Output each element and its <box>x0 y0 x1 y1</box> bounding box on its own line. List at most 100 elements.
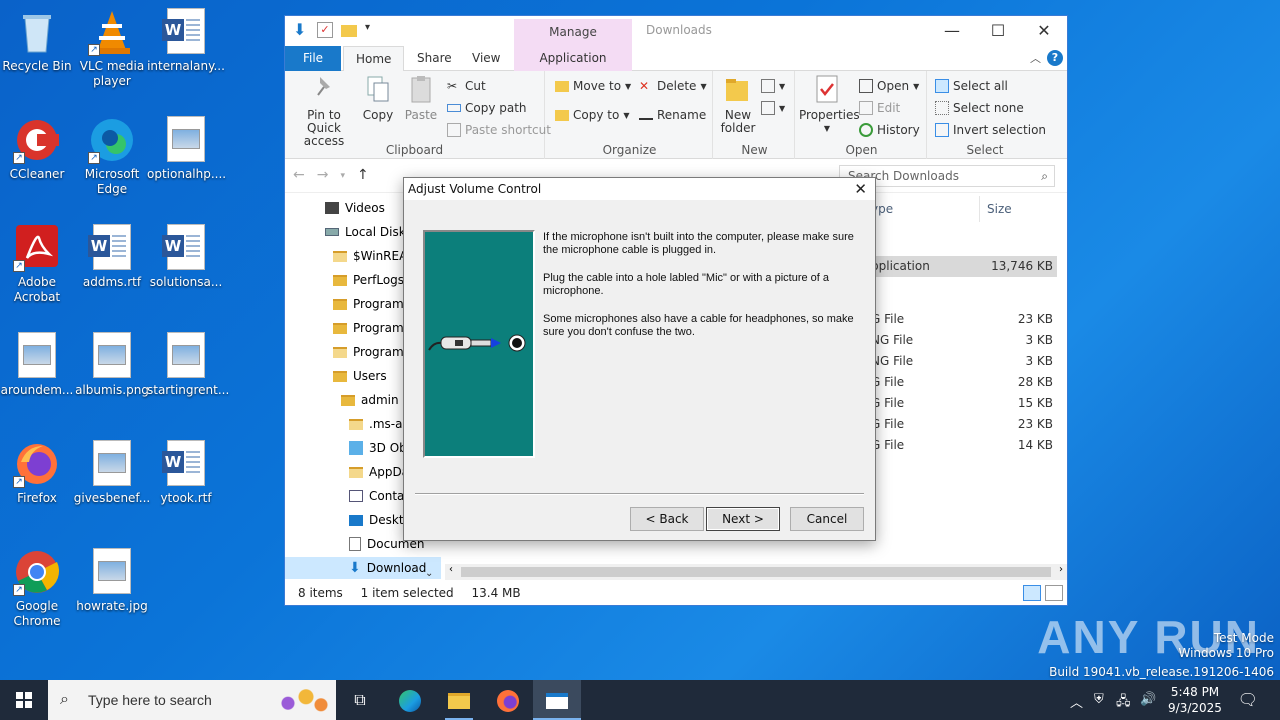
clock[interactable]: 5:48 PM 9/3/2025 <box>1160 684 1230 716</box>
up-arrow-icon[interactable]: ↑ <box>357 167 369 185</box>
nav-item-appdata[interactable]: AppDa <box>349 461 409 483</box>
table-row[interactable]: NG File 3 KB <box>865 330 1057 351</box>
desktop-icon-firefox[interactable]: ↗ Firefox <box>0 440 76 506</box>
close-icon[interactable]: ✕ <box>854 178 867 200</box>
cancel-button[interactable]: Cancel <box>790 507 864 531</box>
minimize-button[interactable]: — <box>929 16 975 46</box>
table-row[interactable]: G File 23 KB <box>865 309 1057 330</box>
notifications-icon[interactable]: 🗨 <box>1238 690 1258 709</box>
customize-qat-chevron-icon[interactable]: ▾ <box>365 22 381 38</box>
nav-item-contacts[interactable]: Contac <box>349 485 411 507</box>
tab-share[interactable]: Share <box>405 46 464 71</box>
column-header-size[interactable]: Size <box>987 202 1012 216</box>
new-folder-qat-icon[interactable] <box>341 25 357 37</box>
copy-to-button[interactable]: Copy to ▼ <box>555 108 629 122</box>
paste-button[interactable]: Paste <box>401 73 441 122</box>
desktop-icon-addms[interactable]: W addms.rtf <box>73 224 151 290</box>
close-button[interactable]: ✕ <box>1021 16 1067 46</box>
desktop-icon-acrobat[interactable]: ↗ Adobe Acrobat <box>0 224 76 305</box>
desktop-icon-givesbenef[interactable]: givesbenef... <box>73 440 151 506</box>
edge-taskbar-icon[interactable] <box>386 680 434 720</box>
desktop-icon-startingrent[interactable]: startingrent... <box>147 332 229 398</box>
scrollbar-thumb[interactable] <box>461 567 1051 577</box>
tab-file[interactable]: File <box>285 46 341 71</box>
maximize-button[interactable]: ☐ <box>975 16 1021 46</box>
start-button[interactable] <box>0 680 48 720</box>
edit-button[interactable]: Edit <box>859 101 900 115</box>
move-to-button[interactable]: Move to ▼ <box>555 79 631 93</box>
tab-manage[interactable]: Manage <box>514 19 632 46</box>
back-arrow-icon[interactable]: ← <box>293 167 305 185</box>
table-row[interactable]: G File 14 KB <box>865 435 1057 456</box>
nav-item-local-disk[interactable]: Local Disk ( <box>325 221 414 243</box>
recent-locations-chevron-icon[interactable]: ▾ <box>340 167 345 185</box>
desktop-icon-internalany[interactable]: W internalany... <box>147 8 225 74</box>
desktop-icon-ccleaner[interactable]: ↗ CCleaner <box>0 116 76 182</box>
desktop-icon-ytook[interactable]: W ytook.rtf <box>147 440 225 506</box>
history-button[interactable]: History <box>859 123 920 137</box>
nav-item-admin[interactable]: admin <box>341 389 399 411</box>
paste-shortcut-button[interactable]: Paste shortcut <box>447 123 551 137</box>
desktop-icon-optionalhp[interactable]: optionalhp.... <box>147 116 226 182</box>
nav-item-downloads[interactable]: ⬇ Download <box>285 557 441 579</box>
volume-icon[interactable]: 🔊 <box>1140 692 1156 707</box>
task-view-icon[interactable]: ⧉ <box>336 680 384 720</box>
easy-access-button[interactable]: ▼ <box>761 101 785 115</box>
delete-button[interactable]: ✕ Delete ▼ <box>639 79 707 93</box>
table-row[interactable]: G File 23 KB <box>865 414 1057 435</box>
new-folder-button[interactable]: New folder <box>719 73 757 135</box>
cut-button[interactable]: ✂ Cut <box>447 79 486 93</box>
nav-item-desktop[interactable]: Deskto <box>349 509 411 531</box>
nav-item-folder[interactable]: .ms-ad <box>349 413 410 435</box>
scroll-left-icon[interactable]: ‹ <box>449 564 453 575</box>
horizontal-scrollbar[interactable]: ‹ › <box>445 564 1067 580</box>
desktop-icon-recycle-bin[interactable]: Recycle Bin <box>0 8 76 74</box>
table-row[interactable]: NG File 3 KB <box>865 351 1057 372</box>
scroll-right-icon[interactable]: › <box>1059 564 1063 575</box>
table-row[interactable]: G File 15 KB <box>865 393 1057 414</box>
firefox-taskbar-icon[interactable] <box>484 680 532 720</box>
desktop-icon-howrate[interactable]: howrate.jpg <box>73 548 151 614</box>
nav-item-videos[interactable]: Videos <box>325 197 385 219</box>
tab-view[interactable]: View <box>460 46 512 71</box>
table-row[interactable]: pplication 13,746 KB <box>865 256 1057 277</box>
pin-to-quick-access-button[interactable]: Pin to Quick access <box>291 73 357 148</box>
details-view-icon[interactable] <box>1023 585 1041 601</box>
select-all-button[interactable]: Select all <box>935 79 1008 93</box>
open-button[interactable]: Open ▼ <box>859 79 919 93</box>
file-explorer-taskbar-icon[interactable] <box>435 680 483 720</box>
nav-scroll-down-icon[interactable]: ⌄ <box>425 568 433 579</box>
new-item-button[interactable]: ▼ <box>761 79 785 93</box>
forward-arrow-icon[interactable]: → <box>317 167 329 185</box>
nav-item-folder[interactable]: PerfLogs <box>333 269 404 291</box>
desktop-icon-chrome[interactable]: ↗ Google Chrome <box>0 548 76 629</box>
collapse-ribbon-chevron-icon[interactable]: ︿ <box>1030 50 1041 66</box>
next-button[interactable]: Next > <box>706 507 780 531</box>
nav-item-users[interactable]: Users <box>333 365 387 387</box>
desktop-icon-edge[interactable]: ↗ Microsoft Edge <box>73 116 151 197</box>
properties-check-icon[interactable]: ✓ <box>317 22 333 38</box>
taskbar-search-input[interactable]: ⌕ Type here to search <box>48 680 336 720</box>
rename-button[interactable]: Rename <box>639 108 706 122</box>
tab-home[interactable]: Home <box>343 46 405 72</box>
copy-button[interactable]: Copy <box>359 73 397 122</box>
desktop-icon-vlc[interactable]: ↗ VLC media player <box>73 8 151 89</box>
tab-application-tools[interactable]: Application Tools <box>514 46 632 90</box>
large-icons-view-icon[interactable] <box>1045 585 1063 601</box>
help-icon[interactable]: ? <box>1047 50 1063 66</box>
desktop-icon-solutionsa[interactable]: W solutionsa... <box>147 224 225 290</box>
network-icon[interactable]: 🖧 <box>1116 692 1131 714</box>
desktop-icon-albumis[interactable]: albumis.png <box>73 332 151 398</box>
desktop-icon-aroundem[interactable]: aroundem... <box>0 332 76 398</box>
table-row[interactable]: G File 28 KB <box>865 372 1057 393</box>
copy-path-button[interactable]: Copy path <box>447 101 527 115</box>
select-none-button[interactable]: Select none <box>935 101 1024 115</box>
volume-wizard-taskbar-icon[interactable] <box>533 680 581 720</box>
show-hidden-icons-chevron-icon[interactable]: ︿ <box>1070 692 1083 711</box>
nav-item-folder[interactable]: ProgramD <box>333 341 413 363</box>
back-button[interactable]: < Back <box>630 507 704 531</box>
properties-button[interactable]: Properties ▼ <box>799 73 860 135</box>
nav-item-3d-objects[interactable]: 3D Obj <box>349 437 410 459</box>
security-icon[interactable]: ⛨ <box>1094 692 1104 707</box>
invert-selection-button[interactable]: Invert selection <box>935 123 1046 137</box>
